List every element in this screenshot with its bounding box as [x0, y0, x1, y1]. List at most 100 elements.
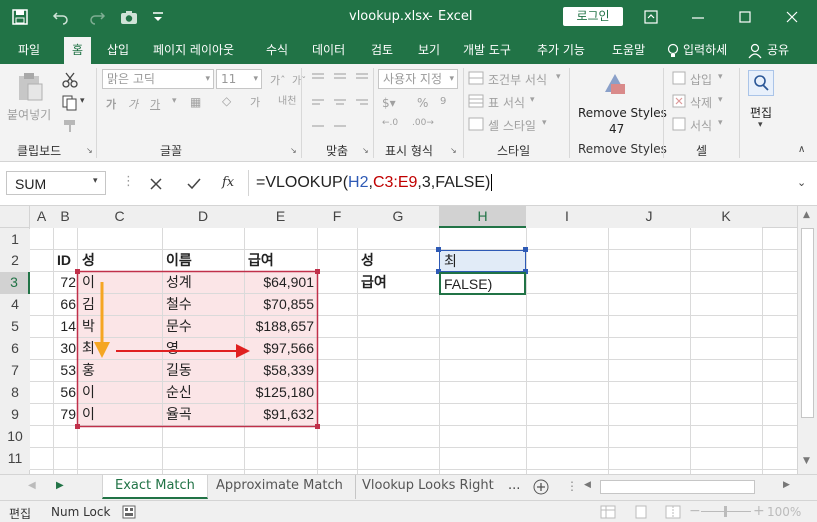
- macro-record-icon[interactable]: [122, 505, 136, 519]
- column-header-i[interactable]: I: [526, 206, 608, 228]
- minimize-icon[interactable]: [690, 9, 706, 25]
- sheet-tab-vlookup-looks-right[interactable]: Vlookup Looks Right: [350, 475, 506, 499]
- column-header-a[interactable]: A: [30, 206, 53, 228]
- sheet-tab-approximate-match[interactable]: Approximate Match: [204, 475, 356, 499]
- sheet-tab-exact-match[interactable]: Exact Match: [102, 475, 208, 499]
- font-launcher-icon[interactable]: ↘: [290, 146, 297, 155]
- lookup-label-surname[interactable]: 성: [361, 250, 374, 271]
- row-header-10[interactable]: 10: [0, 426, 30, 448]
- enter-formula-icon[interactable]: [186, 176, 202, 192]
- active-cell-h3[interactable]: FALSE): [439, 272, 526, 295]
- cell-styles-dropdown-icon[interactable]: ▾: [542, 118, 547, 128]
- row-header-1[interactable]: 1: [0, 229, 30, 250]
- accounting-format-icon[interactable]: $▾: [382, 96, 396, 110]
- cut-icon[interactable]: [62, 72, 78, 88]
- vertical-scroll-thumb[interactable]: [801, 228, 814, 418]
- scroll-down-icon[interactable]: ▼: [803, 456, 810, 466]
- horizontal-scroll-thumb[interactable]: [600, 480, 755, 494]
- copy-dropdown-icon[interactable]: ▾: [80, 96, 85, 106]
- cell-styles-button[interactable]: 셀 스타일: [488, 117, 536, 134]
- insert-cells-button[interactable]: 삽입: [690, 71, 712, 88]
- insert-cells-dropdown-icon[interactable]: ▾: [718, 72, 723, 82]
- font-size-combo[interactable]: 11 ▾: [216, 69, 262, 89]
- font-name-combo[interactable]: 맑은 고딕 ▾: [102, 69, 214, 89]
- conditional-format-dropdown-icon[interactable]: ▾: [556, 72, 561, 82]
- camera-icon[interactable]: [120, 9, 138, 25]
- select-all-corner[interactable]: [0, 206, 30, 228]
- lookup-value-cell[interactable]: 최: [439, 250, 526, 272]
- delete-cells-button[interactable]: 삭제: [690, 94, 712, 111]
- hscroll-right-icon[interactable]: ▶: [783, 480, 790, 490]
- format-as-table-button[interactable]: 표 서식: [488, 94, 525, 111]
- remove-styles-button-line2[interactable]: 47: [609, 122, 624, 136]
- expand-formula-bar-icon[interactable]: ⌄: [797, 176, 806, 189]
- editing-dropdown-icon[interactable]: ▾: [758, 120, 763, 130]
- sheet-scroll-right-icon[interactable]: ▶: [56, 480, 64, 491]
- ribbon-display-options-icon[interactable]: [643, 9, 659, 25]
- row-header-4[interactable]: 4: [0, 294, 30, 316]
- login-button[interactable]: 로그인: [563, 7, 623, 26]
- italic-button[interactable]: 가: [128, 96, 138, 112]
- scroll-up-icon[interactable]: ▲: [803, 210, 810, 220]
- redo-icon[interactable]: [88, 9, 106, 25]
- conditional-format-button[interactable]: 조건부 서식: [488, 71, 547, 88]
- font-color-icon[interactable]: 가: [250, 94, 260, 110]
- column-header-b[interactable]: B: [53, 206, 77, 228]
- delete-cells-dropdown-icon[interactable]: ▾: [718, 95, 723, 105]
- number-launcher-icon[interactable]: ↘: [450, 146, 457, 155]
- row-header-6[interactable]: 6: [0, 338, 30, 360]
- tab-view[interactable]: 보기: [418, 41, 440, 58]
- format-as-table-dropdown-icon[interactable]: ▾: [530, 95, 535, 105]
- format-painter-icon[interactable]: [62, 118, 78, 134]
- horizontal-scrollbar[interactable]: ◀ ▶: [582, 478, 797, 496]
- column-header-e[interactable]: E: [244, 206, 317, 228]
- comma-style-icon[interactable]: 9: [440, 96, 446, 107]
- clipboard-launcher-icon[interactable]: ↘: [86, 146, 93, 155]
- percent-icon[interactable]: %: [417, 96, 428, 110]
- column-header-d[interactable]: D: [162, 206, 244, 228]
- tab-home[interactable]: 홈: [64, 37, 92, 64]
- shrink-font-icon[interactable]: 가ˇ: [292, 72, 306, 87]
- row-header-7[interactable]: 7: [0, 360, 30, 382]
- worksheet-grid[interactable]: A B C D E F G H I J K 1 2 3 4 5 6 7 8 9 …: [0, 206, 817, 474]
- insert-function-button[interactable]: fx: [222, 175, 234, 190]
- name-box[interactable]: SUM ▾: [6, 171, 106, 195]
- tab-file[interactable]: 파일: [18, 41, 40, 58]
- sheet-scroll-left-icon[interactable]: ◀: [28, 480, 36, 491]
- alignment-icons[interactable]: [310, 70, 374, 134]
- column-header-c[interactable]: C: [77, 206, 162, 228]
- formula-input[interactable]: =VLOOKUP(H2,C3:E9,3,FALSE)​: [256, 171, 810, 195]
- zoom-level[interactable]: 100%: [767, 505, 801, 519]
- page-break-view-icon[interactable]: [665, 505, 681, 519]
- remove-styles-button-line1[interactable]: Remove Styles: [578, 106, 667, 120]
- copy-icon[interactable]: [62, 95, 78, 111]
- collapse-ribbon-icon[interactable]: ∧: [798, 144, 805, 155]
- column-header-h[interactable]: H: [439, 206, 526, 228]
- tab-help[interactable]: 도움말: [612, 41, 645, 58]
- borders-icon[interactable]: ▦: [190, 95, 201, 109]
- alignment-launcher-icon[interactable]: ↘: [362, 146, 369, 155]
- row-header-11[interactable]: 11: [0, 448, 30, 470]
- bold-button[interactable]: 가: [106, 96, 116, 112]
- number-format-combo[interactable]: 사용자 지정 ▾: [378, 69, 458, 89]
- column-header-f[interactable]: F: [317, 206, 357, 228]
- increase-decimal-icon[interactable]: ←.0: [382, 118, 398, 128]
- editing-icon-frame[interactable]: [748, 70, 774, 96]
- tab-split-grip-icon[interactable]: ⋮: [566, 479, 578, 493]
- tab-review[interactable]: 검토: [371, 41, 393, 58]
- paste-label[interactable]: 붙여넣기: [7, 106, 51, 123]
- underline-button[interactable]: 가: [150, 96, 160, 112]
- row-header-8[interactable]: 8: [0, 382, 30, 404]
- vertical-scrollbar[interactable]: ▲ ▼: [797, 206, 817, 474]
- maximize-icon[interactable]: [737, 9, 753, 25]
- fill-color-icon[interactable]: ◇: [222, 94, 231, 108]
- grow-font-icon[interactable]: 가ˆ: [270, 72, 286, 88]
- editing-button[interactable]: 편집: [750, 104, 772, 121]
- zoom-slider-thumb[interactable]: [724, 506, 727, 517]
- row-header-3[interactable]: 3: [0, 272, 30, 294]
- normal-view-icon[interactable]: [600, 505, 616, 519]
- tab-data[interactable]: 데이터: [312, 41, 345, 58]
- close-icon[interactable]: [784, 9, 800, 25]
- page-layout-view-icon[interactable]: [633, 505, 649, 519]
- column-header-j[interactable]: J: [608, 206, 690, 228]
